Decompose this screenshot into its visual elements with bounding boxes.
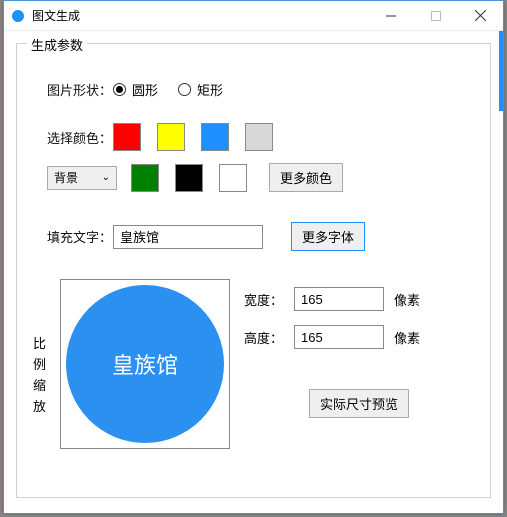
radio-rect-indicator (178, 83, 191, 96)
maximize-button[interactable] (413, 1, 458, 30)
app-window: 图文生成 生成参数 图片形状： 圆形 (3, 0, 504, 514)
titlebar: 图文生成 (4, 1, 503, 31)
dropdown-label: 背景 (54, 169, 78, 186)
width-label: 宽度： (244, 290, 284, 309)
swatch-yellow[interactable] (157, 123, 185, 151)
groupbox-title: 生成参数 (27, 35, 87, 54)
app-icon (12, 10, 24, 22)
swatch-red[interactable] (113, 123, 141, 151)
window-title: 图文生成 (32, 7, 368, 24)
bottom-area: 比 例 缩 放 皇族馆 宽度： 像素 (33, 279, 474, 449)
minimize-button[interactable] (368, 1, 413, 30)
maximize-icon (431, 11, 441, 21)
scale-char-2: 缩 (33, 375, 46, 394)
width-input[interactable] (294, 287, 384, 311)
more-fonts-button[interactable]: 更多字体 (291, 222, 365, 251)
dimensions-area: 宽度： 像素 高度： 像素 实际尺寸预览 (244, 279, 474, 449)
window-controls (368, 1, 503, 30)
width-row: 宽度： 像素 (244, 287, 474, 311)
more-colors-button[interactable]: 更多颜色 (269, 163, 343, 192)
height-label: 高度： (244, 328, 284, 347)
shape-label: 图片形状： (33, 80, 113, 99)
shape-row: 图片形状： 圆形 矩形 (33, 80, 474, 99)
color-swatches-1 (113, 123, 273, 151)
scale-char-3: 放 (33, 396, 46, 415)
fill-text-input[interactable] (113, 225, 263, 249)
preview-text: 皇族馆 (112, 348, 178, 380)
color-swatches-2 (131, 164, 247, 192)
swatch-green[interactable] (131, 164, 159, 192)
shape-radio-group: 圆形 矩形 (113, 80, 223, 99)
preview-circle: 皇族馆 (66, 285, 224, 443)
width-unit: 像素 (394, 290, 420, 309)
swatch-white[interactable] (219, 164, 247, 192)
client-area: 生成参数 图片形状： 圆形 矩形 选择颜色： (4, 31, 503, 513)
color-row-1: 选择颜色： (33, 123, 474, 151)
color-row-2: 背景 ⌄ 更多颜色 (33, 163, 474, 192)
minimize-icon (386, 11, 396, 21)
preview-box: 皇族馆 (60, 279, 230, 449)
radio-circle-label: 圆形 (132, 80, 158, 99)
close-icon (475, 10, 486, 21)
scale-label: 比 例 缩 放 (33, 279, 46, 449)
radio-circle-indicator (113, 83, 126, 96)
swatch-gray[interactable] (245, 123, 273, 151)
actual-size-preview-button[interactable]: 实际尺寸预览 (309, 389, 409, 418)
radio-rect-label: 矩形 (197, 80, 223, 99)
radio-circle[interactable]: 圆形 (113, 80, 158, 99)
chevron-down-icon: ⌄ (102, 172, 110, 183)
right-accent (499, 31, 503, 111)
background-dropdown[interactable]: 背景 ⌄ (47, 166, 117, 190)
actual-preview-row: 实际尺寸预览 (244, 389, 474, 418)
color-label: 选择颜色： (33, 128, 113, 147)
close-button[interactable] (458, 1, 503, 30)
scale-char-1: 例 (33, 354, 46, 373)
text-row: 填充文字： 更多字体 (33, 222, 474, 251)
text-label: 填充文字： (33, 227, 113, 246)
height-input[interactable] (294, 325, 384, 349)
scale-char-0: 比 (33, 333, 46, 352)
swatch-black[interactable] (175, 164, 203, 192)
height-row: 高度： 像素 (244, 325, 474, 349)
radio-rect[interactable]: 矩形 (178, 80, 223, 99)
params-groupbox: 生成参数 图片形状： 圆形 矩形 选择颜色： (16, 43, 491, 498)
swatch-blue[interactable] (201, 123, 229, 151)
height-unit: 像素 (394, 328, 420, 347)
